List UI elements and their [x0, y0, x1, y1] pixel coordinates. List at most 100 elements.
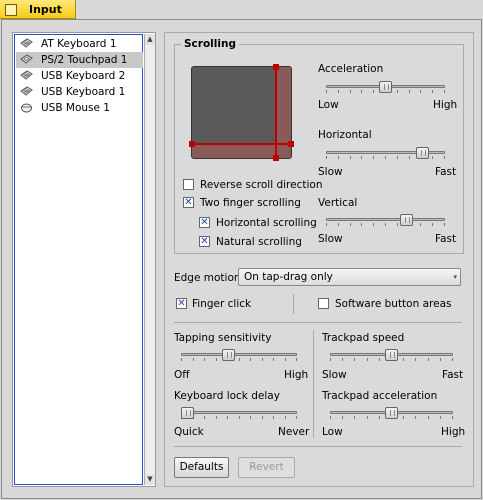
window-title: Input: [29, 3, 62, 16]
zone-handle-left[interactable]: [189, 141, 195, 147]
slider-knob[interactable]: [379, 81, 392, 93]
horizontal-label: Horizontal: [318, 129, 372, 141]
slider-tick: [403, 416, 404, 419]
keyboard-lock-max-label: Never: [278, 426, 310, 438]
slider-tick: [361, 223, 362, 226]
slider-knob[interactable]: [222, 349, 235, 361]
slider-tick: [409, 156, 410, 159]
slider-tick: [262, 416, 263, 419]
slider-tick: [342, 416, 343, 419]
slider-ticks: [181, 358, 297, 361]
device-label: USB Mouse 1: [41, 102, 110, 114]
slider-track: [181, 353, 297, 356]
slider-tick: [330, 416, 331, 419]
slider-tick: [273, 358, 274, 361]
keyboard-lock-delay-slider[interactable]: [181, 407, 297, 421]
trackpad-speed-min-label: Slow: [322, 369, 347, 381]
zone-handle-right[interactable]: [288, 141, 294, 147]
slider-knob[interactable]: [400, 214, 413, 226]
slider-tick: [204, 358, 205, 361]
zone-handle-top[interactable]: [273, 64, 279, 70]
slider-tick: [285, 358, 286, 361]
reverse-scroll-checkbox[interactable]: [183, 179, 194, 190]
slider-tick: [227, 416, 228, 419]
scrolling-group-title: Scrolling: [181, 38, 239, 50]
slider-ticks: [181, 416, 297, 419]
device-item-ps2-touchpad-1[interactable]: PS/2 Touchpad 1: [16, 52, 143, 68]
dropdown-arrow-icon: ▾: [453, 273, 457, 281]
keyboard-icon: [20, 70, 33, 80]
edge-motion-value: On tap-drag only: [244, 271, 333, 283]
slider-tick: [373, 156, 374, 159]
slider-tick: [239, 358, 240, 361]
slider-knob[interactable]: [385, 349, 398, 361]
slider-tick: [326, 223, 327, 226]
slider-tick: [373, 90, 374, 93]
horizontal-scrolling-label: Horizontal scrolling: [216, 217, 317, 229]
slider-tick: [397, 156, 398, 159]
slider-tick: [428, 416, 429, 419]
slider-knob[interactable]: [181, 407, 194, 419]
slider-tick: [350, 156, 351, 159]
slider-tick: [296, 358, 297, 361]
revert-button[interactable]: Revert: [238, 457, 295, 478]
slider-tick: [420, 223, 421, 226]
two-finger-scroll-label: Two finger scrolling: [200, 197, 301, 209]
slider-track: [326, 218, 445, 221]
finger-click-checkbox[interactable]: ✕: [176, 298, 187, 309]
defaults-button[interactable]: Defaults: [174, 457, 229, 478]
close-box-icon[interactable]: [5, 4, 17, 16]
software-button-areas-label: Software button areas: [335, 298, 452, 310]
acceleration-slider[interactable]: [326, 81, 445, 95]
software-button-areas-checkbox[interactable]: [318, 298, 329, 309]
slider-tick: [216, 416, 217, 419]
slider-tick: [385, 156, 386, 159]
zone-handle-bottom[interactable]: [273, 155, 279, 161]
slider-knob[interactable]: [416, 147, 429, 159]
horizontal-scrolling-checkbox[interactable]: ✕: [199, 217, 210, 228]
slider-tick: [338, 156, 339, 159]
horizontal-zone-line[interactable]: [191, 143, 291, 145]
slider-tick: [250, 416, 251, 419]
trackpad-acceleration-slider[interactable]: [330, 407, 453, 421]
natural-scrolling-label: Natural scrolling: [216, 236, 302, 248]
device-item-usb-keyboard-2[interactable]: USB Keyboard 2: [16, 68, 143, 84]
slider-tick: [361, 90, 362, 93]
slider-tick: [330, 358, 331, 361]
slider-tick: [367, 358, 368, 361]
device-label: USB Keyboard 2: [41, 70, 126, 82]
device-item-usb-keyboard-1[interactable]: USB Keyboard 1: [16, 84, 143, 100]
device-item-usb-mouse-1[interactable]: USB Mouse 1: [16, 100, 143, 116]
slider-tick: [415, 416, 416, 419]
divider: [174, 322, 462, 323]
device-list[interactable]: AT Keyboard 1 PS/2 Touchpad 1 USB Keyboa…: [12, 32, 156, 487]
slider-tick: [367, 416, 368, 419]
device-list-scrollbar[interactable]: ▲ ▼: [144, 34, 155, 485]
tapping-sensitivity-label: Tapping sensitivity: [174, 332, 272, 344]
device-item-at-keyboard-1[interactable]: AT Keyboard 1: [16, 36, 143, 52]
device-label: PS/2 Touchpad 1: [41, 54, 128, 66]
slider-tick: [432, 156, 433, 159]
slider-track: [181, 411, 297, 414]
slider-tick: [216, 358, 217, 361]
natural-scrolling-checkbox[interactable]: ✕: [199, 236, 210, 247]
slider-tick: [338, 223, 339, 226]
device-label: AT Keyboard 1: [41, 38, 117, 50]
slider-tick: [397, 90, 398, 93]
slider-tick: [326, 156, 327, 159]
trackpad-speed-slider[interactable]: [330, 349, 453, 363]
two-finger-scroll-checkbox[interactable]: ✕: [183, 197, 194, 208]
edge-motion-select[interactable]: On tap-drag only ▾: [238, 268, 461, 286]
slider-knob[interactable]: [385, 407, 398, 419]
slider-tick: [432, 223, 433, 226]
acceleration-max-label: High: [433, 99, 458, 111]
scroll-up-arrow-icon[interactable]: ▲: [145, 34, 155, 45]
vertical-speed-slider[interactable]: [326, 214, 445, 228]
slider-tick: [326, 90, 327, 93]
window-tab[interactable]: Input: [0, 0, 76, 19]
horizontal-speed-slider[interactable]: [326, 147, 445, 161]
tapping-sensitivity-slider[interactable]: [181, 349, 297, 363]
scroll-down-arrow-icon[interactable]: ▼: [145, 474, 155, 485]
vertical-label: Vertical: [318, 197, 358, 209]
slider-tick: [403, 358, 404, 361]
